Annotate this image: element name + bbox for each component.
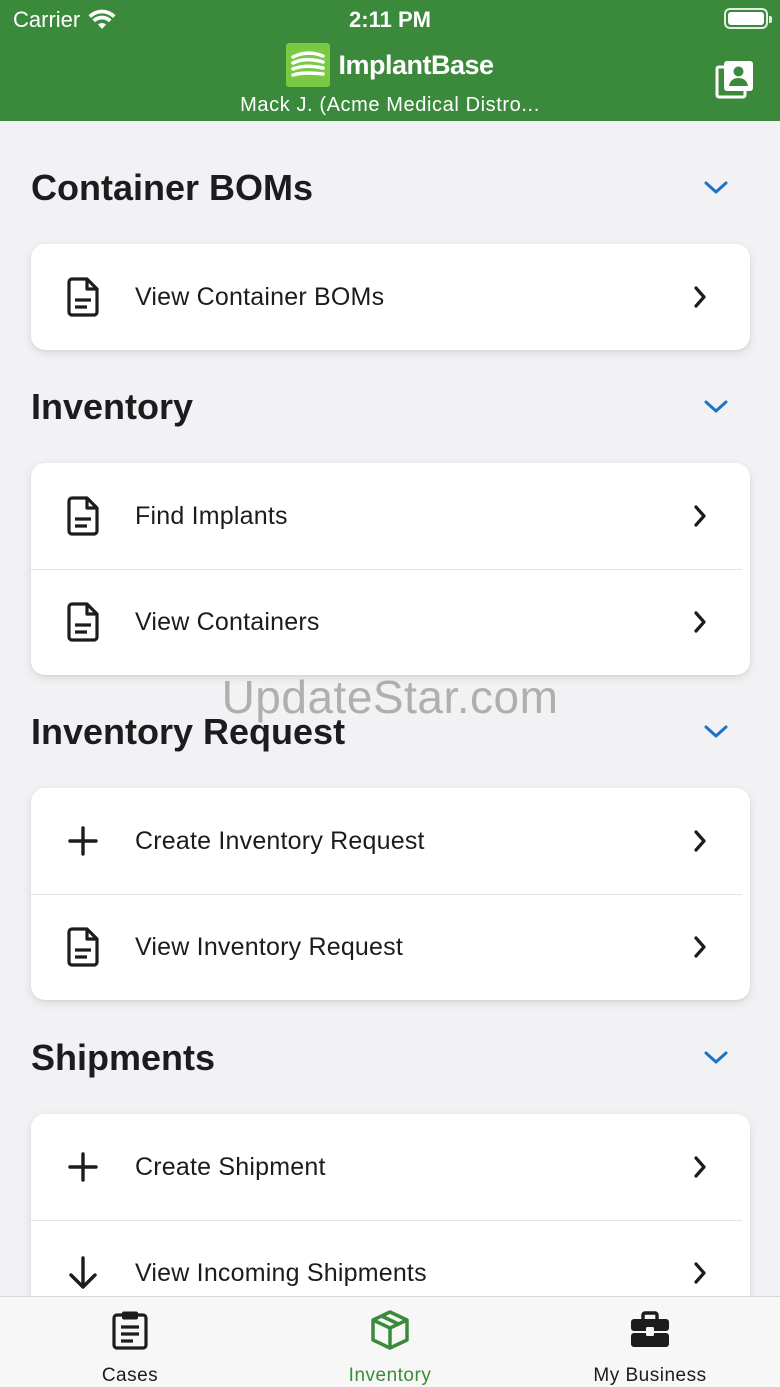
section-header[interactable]: Inventory Request (31, 702, 750, 762)
section-card: Create Inventory Request View Inventory … (31, 788, 750, 1000)
menu-item-view-incoming-shipments[interactable]: View Incoming Shipments (31, 1220, 750, 1296)
status-time: 2:11 PM (349, 7, 431, 32)
section-title: Container BOMs (31, 167, 314, 208)
plus-icon (31, 788, 135, 894)
chevron-right-icon (670, 894, 730, 1000)
document-icon (31, 894, 135, 1000)
chevron-down-icon[interactable] (690, 387, 742, 427)
tab-label: My Business (593, 1365, 707, 1386)
chevron-right-icon (670, 1114, 730, 1220)
section-title: Inventory (31, 386, 194, 427)
battery-icon (724, 8, 772, 29)
chevron-down-icon[interactable] (690, 168, 742, 208)
section-title: Inventory Request (31, 711, 346, 752)
chevron-right-icon (670, 463, 730, 569)
section-inventory: Inventory Find Implants View Containers (31, 377, 750, 675)
menu-item-view-inventory-request[interactable]: View Inventory Request (31, 894, 750, 1000)
section-card: View Container BOMs (31, 244, 750, 350)
menu-item-view-container-boms[interactable]: View Container BOMs (31, 244, 750, 350)
tab-cases[interactable]: Cases (0, 1297, 260, 1387)
menu-item-label: Create Shipment (135, 1152, 326, 1181)
menu-item-view-containers[interactable]: View Containers (31, 569, 750, 675)
menu-item-create-inventory-request[interactable]: Create Inventory Request (31, 788, 750, 894)
menu-item-label: View Container BOMs (135, 282, 385, 311)
chevron-down-icon[interactable] (690, 1038, 742, 1078)
tab-inventory[interactable]: Inventory (260, 1297, 520, 1387)
section-container-boms: Container BOMs View Container BOMs (31, 158, 750, 350)
menu-item-label: Create Inventory Request (135, 826, 425, 855)
menu-item-label: View Inventory Request (135, 932, 403, 961)
contacts-book-icon (715, 61, 753, 99)
tab-label: Inventory (348, 1365, 432, 1386)
section-header[interactable]: Container BOMs (31, 158, 750, 218)
briefcase-icon (628, 1309, 672, 1351)
menu-item-find-implants[interactable]: Find Implants (31, 463, 750, 569)
section-title: Shipments (31, 1037, 216, 1078)
tab-my-business[interactable]: My Business (520, 1297, 780, 1387)
chevron-down-icon[interactable] (690, 712, 742, 752)
chevron-right-icon (670, 569, 730, 675)
plus-icon (31, 1114, 135, 1220)
tab-label: Cases (101, 1365, 159, 1386)
chevron-right-icon (670, 244, 730, 350)
menu-item-label: View Containers (135, 607, 320, 636)
brand-name: ImplantBase (338, 49, 494, 80)
status-bar: Carrier 2:11 PM (0, 0, 780, 40)
menu-item-label: Find Implants (135, 501, 288, 530)
section-shipments: Shipments Create Shipment View Incoming … (31, 1028, 750, 1296)
current-user-label: Mack J. (Acme Medical Distro... (240, 94, 540, 116)
brand-logo-lockup: ImplantBase (0, 42, 780, 88)
contacts-book-button[interactable] (714, 58, 756, 100)
section-header[interactable]: Inventory (31, 377, 750, 437)
document-icon (31, 463, 135, 569)
document-icon (31, 244, 135, 350)
menu-item-label: View Incoming Shipments (135, 1258, 427, 1287)
document-icon (31, 569, 135, 675)
clipboard-icon (108, 1309, 152, 1351)
section-card: Find Implants View Containers (31, 463, 750, 675)
menu-item-create-shipment[interactable]: Create Shipment (31, 1114, 750, 1220)
app-header: Carrier 2:11 PM ImplantBase Mack J. (Acm… (0, 0, 780, 121)
section-inventory-request: Inventory Request Create Inventory Reque… (31, 702, 750, 1000)
tab-bar: Cases Inventory My Business (0, 1296, 780, 1387)
section-card: Create Shipment View Incoming Shipments (31, 1114, 750, 1296)
chevron-right-icon (670, 1220, 730, 1296)
arrow-down-icon (31, 1220, 135, 1296)
section-header[interactable]: Shipments (31, 1028, 750, 1088)
box-icon (368, 1309, 412, 1351)
main-content[interactable]: Container BOMs View Container BOMs Inven… (0, 121, 780, 1296)
implantbase-logo-icon (286, 43, 331, 87)
chevron-right-icon (670, 788, 730, 894)
